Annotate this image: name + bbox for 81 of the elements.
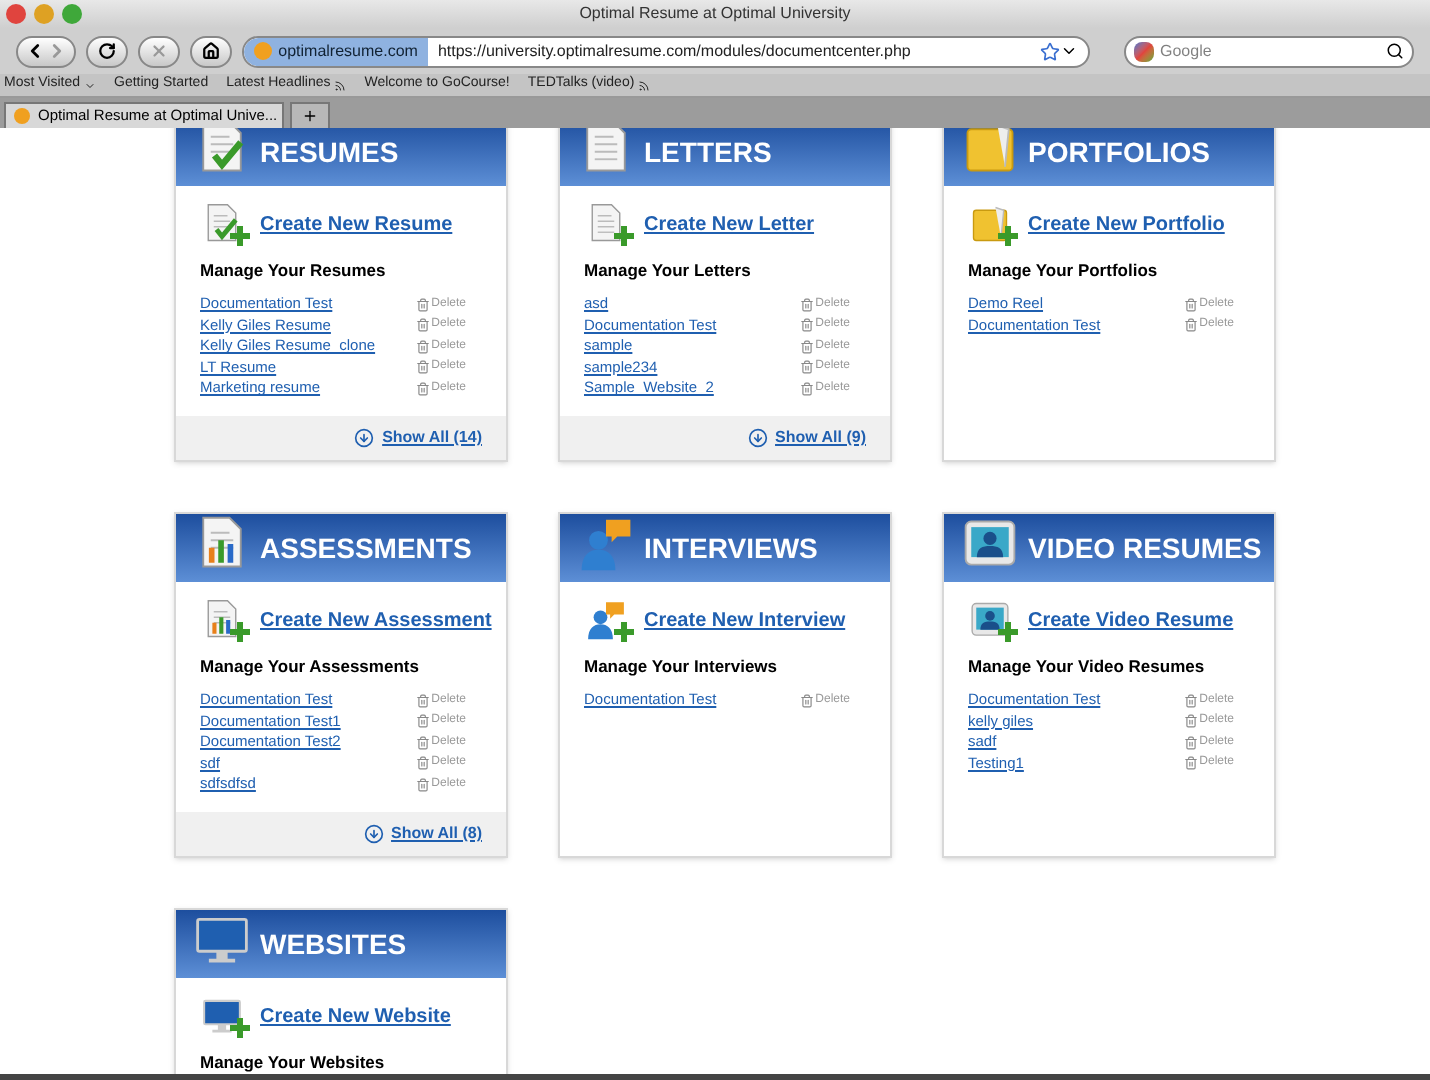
trash-icon[interactable] [415, 381, 430, 395]
home-icon[interactable] [202, 42, 221, 60]
add-icon[interactable] [968, 202, 1012, 246]
trash-icon[interactable] [1183, 756, 1198, 770]
trash-icon[interactable] [415, 777, 430, 791]
card-title: WEBSITES [260, 930, 407, 958]
plus-icon[interactable] [302, 108, 318, 124]
search-engine-icon[interactable] [1134, 41, 1154, 61]
close-window-icon[interactable] [6, 4, 26, 24]
card-title: VIDEO RESUMES [1028, 534, 1262, 562]
new-tab-button[interactable] [290, 102, 330, 128]
trash-icon[interactable] [1183, 693, 1198, 707]
show-all-link[interactable]: Show All (8) [391, 822, 482, 846]
trash-icon[interactable] [799, 381, 814, 395]
show-all-link[interactable]: Show All (14) [382, 426, 482, 450]
back-forward-control[interactable] [16, 35, 76, 67]
search-field[interactable]: Google [1124, 35, 1414, 67]
create-link[interactable]: Create New Letter [644, 209, 815, 239]
reload-button[interactable] [86, 35, 129, 67]
search-icon[interactable] [1386, 42, 1404, 60]
add-icon[interactable] [200, 994, 244, 1038]
arrow-down-icon[interactable] [747, 428, 768, 448]
rss-feed-icon[interactable] [334, 79, 347, 91]
section-heading: Manage Your Letters [582, 258, 753, 284]
stop-button[interactable] [138, 35, 181, 67]
section-heading: Manage Your Interviews [582, 654, 780, 680]
trash-icon[interactable] [415, 693, 430, 707]
trash-icon[interactable] [799, 297, 814, 311]
url-text: https://university.optimalresume.com/modules/documentcenter.php [435, 39, 913, 63]
stop-icon[interactable] [150, 42, 169, 60]
window-title: Optimal Resume at Optimal University [579, 2, 851, 26]
dropdown-caret-icon[interactable] [1060, 42, 1078, 60]
add-icon[interactable] [584, 598, 628, 642]
site-identity-badge[interactable]: optimalresume.com [244, 37, 428, 65]
trash-icon[interactable] [799, 318, 814, 332]
show-all-link[interactable]: Show All (9) [775, 426, 866, 450]
trash-icon[interactable] [799, 360, 814, 374]
create-link[interactable]: Create New Interview [644, 605, 846, 635]
create-link[interactable]: Create New Assessment [260, 605, 492, 635]
trash-icon[interactable] [415, 339, 430, 353]
arrow-down-icon[interactable] [363, 824, 384, 844]
site-favicon [14, 108, 30, 124]
address-bar[interactable]: optimalresume.com https://university.optimalresume.com/modules/documentcenter.php [242, 35, 1090, 67]
section-heading: Manage Your Websites [198, 1050, 387, 1074]
trash-icon[interactable] [415, 735, 430, 749]
home-button[interactable] [190, 35, 233, 67]
section-heading: Manage Your Video Resumes [966, 654, 1207, 680]
minimize-window-icon[interactable] [34, 4, 54, 24]
site-favicon [254, 42, 273, 60]
caret-icon[interactable] [84, 79, 96, 91]
create-link[interactable]: Create New Resume [260, 209, 453, 239]
card-title: INTERVIEWS [644, 534, 818, 562]
card-title: PORTFOLIOS [1028, 138, 1210, 166]
trash-icon[interactable] [415, 714, 430, 728]
reload-icon[interactable] [98, 42, 117, 60]
create-link[interactable]: Create New Portfolio [1028, 209, 1225, 239]
card-title: LETTERS [644, 138, 772, 166]
section-heading: Manage Your Resumes [198, 258, 388, 284]
section-heading: Manage Your Portfolios [966, 258, 1160, 284]
zoom-window-icon[interactable] [62, 4, 82, 24]
card-title: RESUMES [260, 138, 399, 166]
add-icon[interactable] [968, 598, 1012, 642]
trash-icon[interactable] [1183, 714, 1198, 728]
trash-icon[interactable] [1183, 297, 1198, 311]
trash-icon[interactable] [1183, 735, 1198, 749]
trash-icon[interactable] [415, 297, 430, 311]
interviews-icon [576, 514, 636, 574]
search-input[interactable]: Google [1160, 39, 1380, 63]
create-link[interactable]: Create New Website [260, 1001, 451, 1031]
section-heading: Manage Your Assessments [198, 654, 421, 680]
arrow-down-icon[interactable] [354, 428, 375, 448]
rss-feed-icon[interactable] [638, 79, 651, 91]
bookmark-star-icon[interactable] [1040, 41, 1060, 61]
trash-icon[interactable] [415, 360, 430, 374]
trash-icon[interactable] [1183, 318, 1198, 332]
create-link[interactable]: Create Video Resume [1028, 605, 1234, 635]
trash-icon[interactable] [799, 693, 814, 707]
trash-icon[interactable] [415, 318, 430, 332]
trash-icon[interactable] [799, 339, 814, 353]
trash-icon[interactable] [415, 756, 430, 770]
card-title: ASSESSMENTS [260, 534, 472, 562]
